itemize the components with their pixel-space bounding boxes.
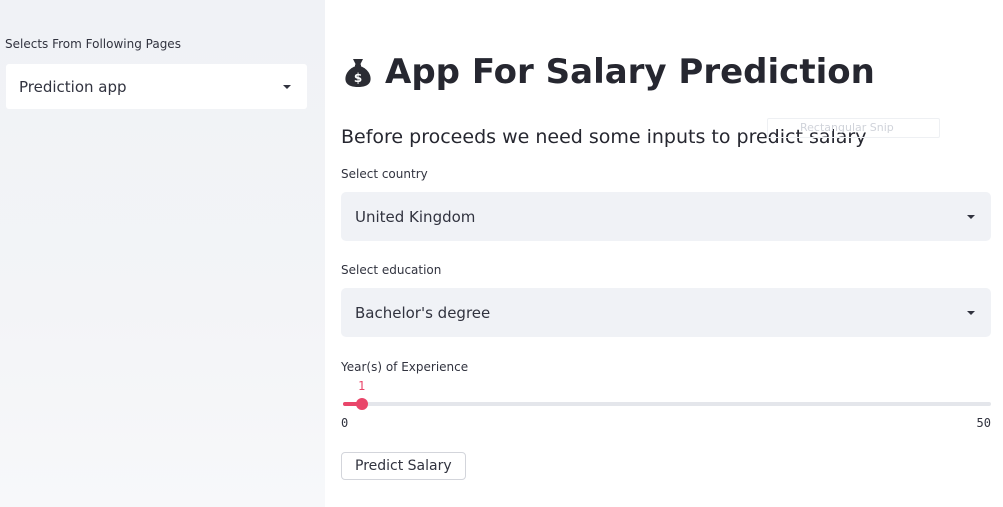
chevron-down-icon [283,84,291,89]
page-title: $ App For Salary Prediction [341,52,875,92]
country-label: Select country [341,167,428,181]
snip-overlay: Rectangular Snip [767,118,940,138]
experience-slider-thumb[interactable] [355,398,368,410]
money-bag-icon: $ [345,59,371,87]
page-title-text: App For Salary Prediction [385,52,875,92]
experience-slider-track[interactable] [343,398,991,410]
country-select-value: United Kingdom [355,207,476,226]
experience-slider-max: 50 [976,416,991,430]
country-select[interactable]: United Kingdom [341,192,991,241]
experience-slider-value: 1 [357,379,366,393]
chevron-down-icon [967,310,975,315]
page-select[interactable]: Prediction app [6,64,307,109]
chevron-down-icon [967,214,975,219]
education-select[interactable]: Bachelor's degree [341,288,991,337]
experience-slider-min: 0 [341,416,349,430]
svg-text:$: $ [354,71,362,85]
education-select-value: Bachelor's degree [355,303,491,322]
education-label: Select education [341,263,442,277]
page-select-value: Prediction app [19,77,127,96]
experience-label: Year(s) of Experience [341,360,469,374]
sidebar-page-label: Selects From Following Pages [5,37,181,51]
main-content: $ App For Salary Prediction Before proce… [325,0,1003,507]
sidebar: Selects From Following Pages Prediction … [0,0,325,507]
predict-salary-button[interactable]: Predict Salary [341,452,466,480]
